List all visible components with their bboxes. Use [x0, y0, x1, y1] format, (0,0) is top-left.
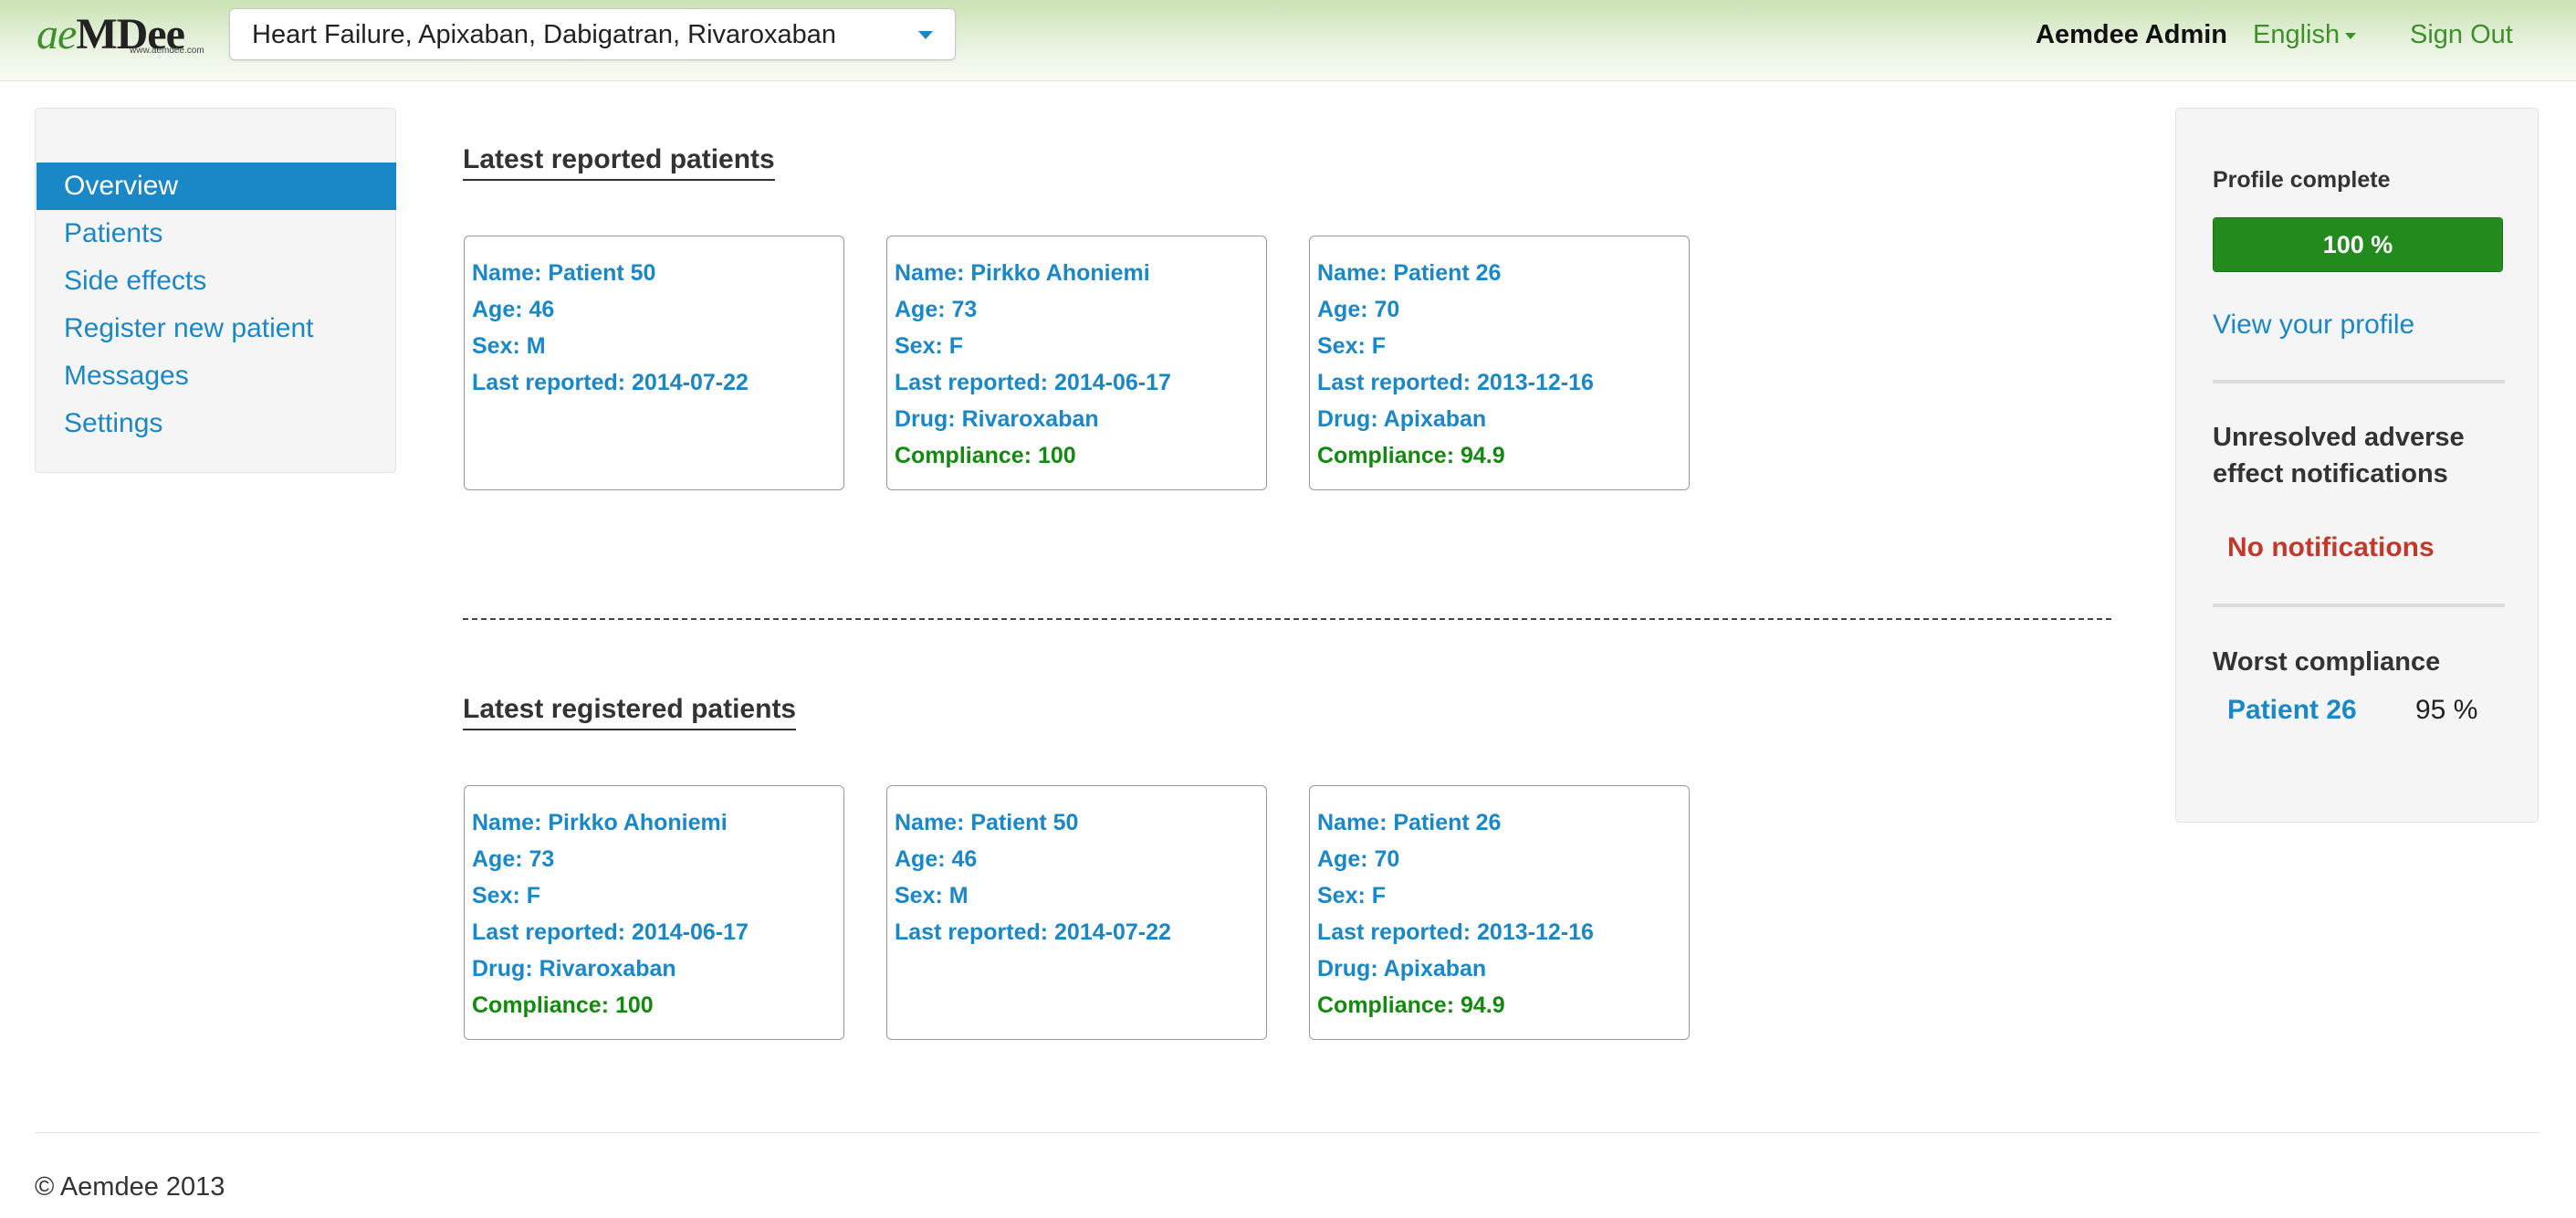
patient-last-reported: Last reported: 2014-06-17 [472, 919, 749, 945]
caret-down-icon [2345, 32, 2357, 39]
patient-age: Age: 46 [472, 297, 555, 322]
worst-compliance-heading: Worst compliance [2213, 647, 2441, 677]
profile-progress-bar: 100 % [2213, 217, 2503, 272]
footer-divider [35, 1132, 2539, 1133]
top-navbar: aeMDee www.aemdee.com Heart Failure, Api… [0, 0, 2576, 81]
patient-sex: Sex: M [472, 333, 546, 359]
patient-sex: Sex: F [1317, 333, 1387, 359]
sidebar-item-settings[interactable]: Settings [37, 400, 396, 447]
patient-name[interactable]: Name: Patient 26 [1317, 804, 1689, 841]
sidebar-item-patients[interactable]: Patients [37, 210, 396, 257]
language-label: English [2253, 20, 2340, 49]
sidebar-item-side-effects[interactable]: Side effects [37, 257, 396, 305]
patient-last-reported: Last reported: 2014-07-22 [472, 370, 749, 395]
worst-compliance-patient-link[interactable]: Patient 26 [2227, 695, 2357, 726]
patient-age: Age: 70 [1317, 297, 1400, 322]
no-notifications-text: No notifications [2227, 532, 2435, 562]
sign-out-link[interactable]: Sign Out [2410, 0, 2513, 69]
profile-complete-label: Profile complete [2213, 167, 2391, 193]
footer-copyright: © Aemdee 2013 [35, 1172, 225, 1202]
worst-compliance-percent: 95 % [2415, 695, 2478, 725]
patient-sex: Sex: F [1317, 883, 1387, 908]
sidebar-item-register-new-patient[interactable]: Register new patient [37, 305, 396, 352]
patient-compliance: Compliance: 94.9 [1317, 992, 1505, 1018]
patient-compliance: Compliance: 94.9 [1317, 443, 1505, 468]
chevron-down-icon [918, 31, 933, 39]
section-divider [463, 618, 2111, 620]
patient-name[interactable]: Name: Patient 50 [472, 255, 843, 291]
patient-compliance: Compliance: 100 [472, 992, 654, 1018]
patient-last-reported: Last reported: 2013-12-16 [1317, 370, 1594, 395]
indication-select-value: Heart Failure, Apixaban, Dabigatran, Riv… [252, 20, 836, 49]
patient-name[interactable]: Name: Pirkko Ahoniemi [472, 804, 843, 841]
patient-card[interactable]: Name: Patient 50 Age: 46 Sex: M Last rep… [464, 236, 844, 490]
patient-age: Age: 70 [1317, 846, 1400, 872]
patient-name[interactable]: Name: Pirkko Ahoniemi [895, 255, 1266, 291]
adverse-notifications-heading: Unresolved adverse effect notifications [2213, 423, 2465, 488]
status-panel: Profile complete 100 % View your profile… [2175, 108, 2539, 823]
profile-progress-text: 100 % [2322, 231, 2393, 258]
patient-last-reported: Last reported: 2014-07-22 [895, 919, 1171, 945]
latest-reported-title: Latest reported patients [463, 144, 775, 181]
logo-ae: ae [37, 10, 77, 58]
patient-drug: Drug: Rivaroxaban [895, 406, 1099, 432]
aemdee-logo[interactable]: aeMDee www.aemdee.com [37, 7, 210, 60]
patient-age: Age: 46 [895, 846, 978, 872]
patient-name[interactable]: Name: Patient 26 [1317, 255, 1689, 291]
panel-divider [2213, 604, 2505, 607]
patient-age: Age: 73 [895, 297, 978, 322]
patient-last-reported: Last reported: 2014-06-17 [895, 370, 1171, 395]
indication-drug-select[interactable]: Heart Failure, Apixaban, Dabigatran, Riv… [229, 8, 956, 60]
logo-url: www.aemdee.com [130, 46, 204, 56]
patient-sex: Sex: M [895, 883, 969, 908]
patient-name[interactable]: Name: Patient 50 [895, 804, 1266, 841]
patient-last-reported: Last reported: 2013-12-16 [1317, 919, 1594, 945]
panel-divider [2213, 380, 2505, 383]
user-name: Aemdee Admin [2036, 20, 2228, 49]
sidebar-item-overview[interactable]: Overview [37, 163, 396, 210]
latest-registered-title: Latest registered patients [463, 694, 797, 730]
patient-card[interactable]: Name: Patient 26 Age: 70 Sex: F Last rep… [1309, 785, 1690, 1040]
patient-compliance: Compliance: 100 [895, 443, 1076, 468]
patient-card[interactable]: Name: Pirkko Ahoniemi Age: 73 Sex: F Las… [886, 236, 1267, 490]
patient-sex: Sex: F [895, 333, 964, 359]
patient-sex: Sex: F [472, 883, 541, 908]
sidebar-nav: Overview Patients Side effects Register … [35, 108, 396, 473]
patient-card[interactable]: Name: Patient 26 Age: 70 Sex: F Last rep… [1309, 236, 1690, 490]
patient-age: Age: 73 [472, 846, 555, 872]
patient-card[interactable]: Name: Patient 50 Age: 46 Sex: M Last rep… [886, 785, 1267, 1040]
language-dropdown[interactable]: English [2253, 0, 2357, 69]
view-profile-link[interactable]: View your profile [2213, 310, 2414, 341]
patient-card[interactable]: Name: Pirkko Ahoniemi Age: 73 Sex: F Las… [464, 785, 844, 1040]
patient-drug: Drug: Apixaban [1317, 406, 1487, 432]
sidebar-item-messages[interactable]: Messages [37, 352, 396, 400]
patient-drug: Drug: Rivaroxaban [472, 956, 676, 982]
patient-drug: Drug: Apixaban [1317, 956, 1487, 982]
